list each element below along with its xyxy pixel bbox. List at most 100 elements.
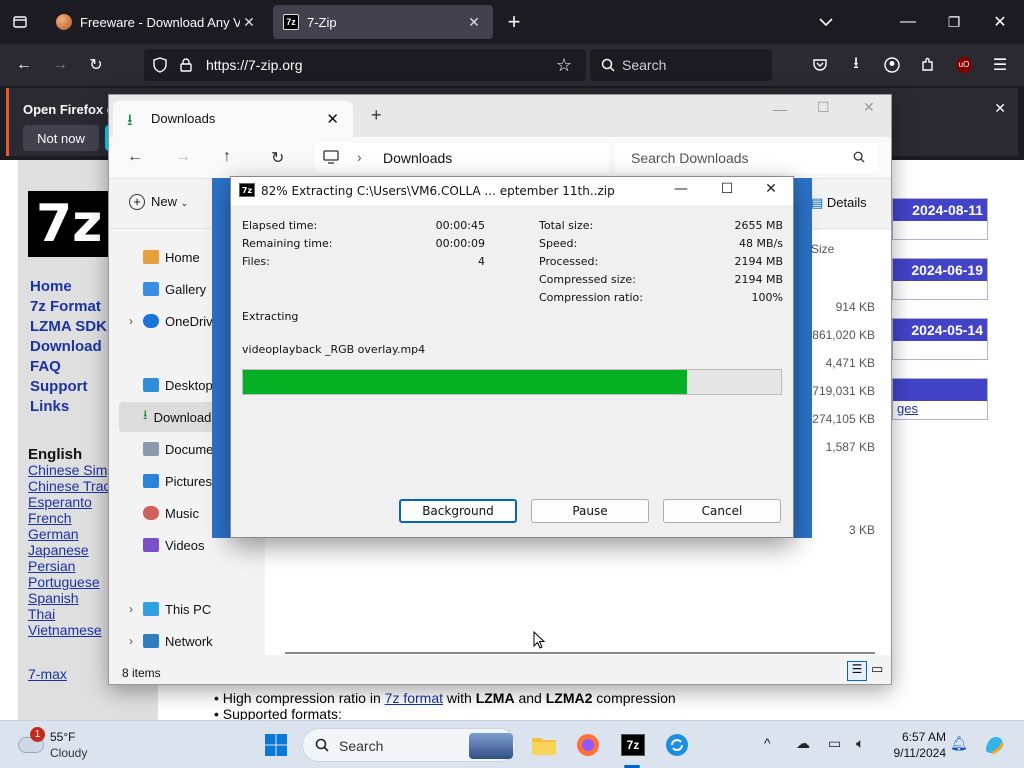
shield-icon[interactable] xyxy=(146,51,174,79)
list-tabs-chevron-icon[interactable] xyxy=(812,8,840,36)
start-windows-icon[interactable] xyxy=(260,729,292,761)
bookmark-star-icon[interactable]: ☆ xyxy=(550,51,578,79)
weather-widget[interactable]: 1 55°F Cloudy xyxy=(18,727,138,763)
nav-item-this-pc[interactable]: › This PC xyxy=(119,594,249,624)
restore-icon[interactable]: ❐ xyxy=(940,8,968,36)
background-button[interactable]: Background xyxy=(399,499,517,523)
refresh-app-taskbar-icon[interactable] xyxy=(661,729,693,761)
forward-icon[interactable]: → xyxy=(46,51,74,79)
7z-format-link[interactable]: 7z format xyxy=(385,690,443,706)
close-window-icon[interactable]: ✕ xyxy=(863,99,875,116)
language-link[interactable]: Esperanto xyxy=(28,494,115,510)
close-notification-icon[interactable]: ✕ xyxy=(994,100,1006,117)
processed-value: 2194 MB xyxy=(734,255,783,268)
details-view-icon[interactable]: ☰ xyxy=(847,661,867,681)
new-tab-icon[interactable]: + xyxy=(500,8,528,36)
language-link[interactable]: Persian xyxy=(28,558,115,574)
close-tab-icon[interactable]: ✕ xyxy=(326,110,339,128)
close-tab-icon[interactable]: ✕ xyxy=(465,14,483,31)
site-nav-home[interactable]: Home xyxy=(30,277,107,297)
language-link[interactable]: Japanese xyxy=(28,542,115,558)
language-link[interactable]: Portuguese xyxy=(28,574,115,590)
ublock-icon[interactable]: uO xyxy=(950,51,978,79)
pages-link[interactable]: ges xyxy=(893,401,987,416)
this-pc-monitor-icon xyxy=(323,149,339,168)
up-icon[interactable]: ↑ xyxy=(223,148,231,166)
explorer-tab-downloads[interactable]: ⭳ Downloads ✕ xyxy=(113,101,353,137)
back-icon[interactable]: ← xyxy=(127,148,143,166)
refresh-icon[interactable]: ↻ xyxy=(271,148,284,168)
notifications-bell-icon[interactable]: 🔔︎ xyxy=(950,735,968,752)
size-column-header[interactable]: Size xyxy=(811,242,834,256)
pause-button[interactable]: Pause xyxy=(531,499,649,523)
expand-chevron-icon[interactable]: › xyxy=(129,314,133,328)
taskbar-search[interactable]: Search xyxy=(302,728,516,762)
not-now-button[interactable]: Not now xyxy=(23,125,99,151)
forward-icon[interactable]: → xyxy=(175,148,191,166)
7zip-progress-dialog: 7z 82% Extracting C:\Users\VM6.COLLA ...… xyxy=(230,176,794,538)
close-window-icon[interactable]: ✕ xyxy=(986,8,1014,36)
language-link[interactable]: Chinese Simp xyxy=(28,462,115,478)
tab-freeware[interactable]: Freeware - Download Any Vide ✕ xyxy=(46,5,268,39)
site-nav-links[interactable]: Links xyxy=(30,397,107,417)
7zip-taskbar-icon[interactable]: 7z xyxy=(617,729,649,761)
downloads-icon[interactable]: ⭳ xyxy=(842,51,870,79)
cancel-button[interactable]: Cancel xyxy=(663,499,781,523)
maximize-icon[interactable]: ☐ xyxy=(817,99,830,116)
breadcrumb-chevron-icon[interactable]: › xyxy=(357,149,362,165)
file-explorer-taskbar-icon[interactable] xyxy=(528,729,560,761)
site-nav-7z-format[interactable]: 7z Format xyxy=(30,297,107,317)
account-icon[interactable] xyxy=(878,51,906,79)
language-link[interactable]: Chinese Trad xyxy=(28,478,115,494)
music-icon xyxy=(143,506,159,520)
show-hidden-icons-chevron-icon[interactable]: ^ xyxy=(764,735,771,751)
browser-navigation-bar: ← → ↻ https://7-zip.org ☆ Search ⭳ uO ☰ xyxy=(0,44,1024,86)
expand-chevron-icon[interactable]: › xyxy=(129,634,133,648)
new-button[interactable]: + New ⌄ xyxy=(129,194,188,210)
expand-chevron-icon[interactable]: › xyxy=(129,602,133,616)
language-link[interactable]: French xyxy=(28,510,115,526)
volume-icon[interactable]: 🔈︎ xyxy=(856,735,864,752)
details-button[interactable]: ▤ Details xyxy=(811,195,867,211)
network-disconnected-icon[interactable]: ☁ xyxy=(796,735,810,752)
tiles-view-icon[interactable]: ▭ xyxy=(871,661,883,677)
minimize-icon[interactable]: — xyxy=(669,181,693,201)
new-tab-icon[interactable]: + xyxy=(371,105,382,126)
path-box[interactable]: › Downloads xyxy=(315,143,609,173)
maximize-icon[interactable]: ☐ xyxy=(715,181,739,201)
news-date-box: 2024-08-11 xyxy=(892,198,988,240)
nav-item-network[interactable]: › Network xyxy=(119,626,249,656)
back-icon[interactable]: ← xyxy=(10,51,38,79)
7max-link[interactable]: 7-max xyxy=(28,666,67,682)
language-link[interactable]: Thai xyxy=(28,606,115,622)
site-nav-download[interactable]: Download xyxy=(30,337,107,357)
url-bar[interactable]: https://7-zip.org ☆ xyxy=(144,49,586,81)
explorer-search-field[interactable]: Search Downloads xyxy=(615,143,879,173)
browser-search-field[interactable]: Search xyxy=(590,49,772,81)
site-nav-faq[interactable]: FAQ xyxy=(30,357,107,377)
nav-item-label: This PC xyxy=(165,601,212,617)
firefox-taskbar-icon[interactable] xyxy=(572,729,604,761)
lock-icon[interactable] xyxy=(172,51,200,79)
close-tab-icon[interactable]: ✕ xyxy=(240,14,258,31)
extensions-icon[interactable] xyxy=(914,51,942,79)
minimize-icon[interactable]: — xyxy=(773,101,787,117)
horizontal-scrollbar[interactable] xyxy=(285,652,875,654)
system-clock[interactable]: 6:57 AM 9/11/2024 xyxy=(880,729,947,761)
site-nav-support[interactable]: Support xyxy=(30,377,107,397)
site-nav-lzma-sdk[interactable]: LZMA SDK xyxy=(30,317,107,337)
minimize-icon[interactable]: — xyxy=(894,8,922,36)
tab-overview-icon[interactable] xyxy=(6,8,34,36)
menu-hamburger-icon[interactable]: ☰ xyxy=(986,51,1014,79)
reload-icon[interactable]: ↻ xyxy=(82,51,110,79)
tab-7zip[interactable]: 7z 7-Zip ✕ xyxy=(273,5,493,39)
language-link[interactable]: Vietnamese xyxy=(28,622,115,638)
pocket-icon[interactable] xyxy=(806,51,834,79)
copilot-icon[interactable] xyxy=(978,729,1010,761)
language-link[interactable]: Spanish xyxy=(28,590,115,606)
display-icon[interactable]: ▭ xyxy=(828,735,841,752)
feature-text: compression xyxy=(592,690,676,706)
language-link[interactable]: German xyxy=(28,526,115,542)
close-icon[interactable]: ✕ xyxy=(759,181,783,201)
7zip-logo[interactable]: 7z xyxy=(28,191,108,257)
